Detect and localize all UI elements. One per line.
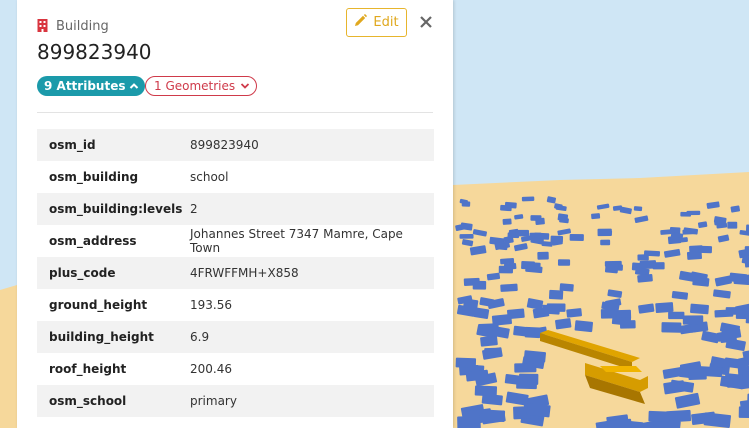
building-footprint bbox=[557, 259, 571, 266]
building-footprint bbox=[729, 272, 748, 283]
building-footprint bbox=[668, 311, 685, 320]
building-footprint bbox=[550, 235, 564, 243]
attribute-value: 2 bbox=[190, 193, 434, 225]
building-footprint bbox=[504, 201, 517, 209]
building-footprint bbox=[744, 258, 749, 268]
building-footprint bbox=[597, 228, 612, 237]
attribute-key: osm_building:levels bbox=[37, 193, 190, 225]
building-footprint bbox=[535, 217, 545, 225]
divider bbox=[37, 112, 433, 113]
table-row: roof_height 200.46 bbox=[37, 353, 434, 385]
building-footprint bbox=[639, 260, 657, 270]
building-footprint bbox=[637, 273, 653, 283]
building-footprint bbox=[500, 283, 518, 292]
building-footprint bbox=[478, 409, 506, 422]
building-footprint bbox=[474, 385, 498, 397]
attribute-key: ground_height bbox=[49, 298, 148, 312]
attributes-table: osm_id 899823940 osm_building school osm… bbox=[37, 129, 434, 417]
building-footprint bbox=[566, 308, 582, 318]
attribute-value: school bbox=[190, 170, 229, 184]
feature-info-panel: Building 899823940 Edit 9 Attributes 1 G… bbox=[17, 0, 453, 428]
attribute-key: roof_height bbox=[49, 362, 127, 376]
building-footprint bbox=[690, 303, 709, 315]
building-footprint bbox=[682, 229, 697, 235]
table-row: plus_code 4FRWFFMH+X858 bbox=[37, 257, 434, 289]
chevron-up-icon bbox=[130, 83, 139, 89]
table-row: osm_school primary bbox=[37, 385, 434, 417]
table-row: osm_building:levels 2 bbox=[37, 193, 434, 225]
chevron-down-icon bbox=[241, 83, 250, 89]
building-footprint bbox=[502, 218, 512, 225]
building-footprint bbox=[557, 213, 569, 222]
building-footprint bbox=[548, 289, 564, 300]
building-footprint bbox=[495, 242, 508, 251]
attribute-key: building_height bbox=[37, 321, 190, 353]
attribute-key: plus_code bbox=[37, 257, 190, 289]
edit-button[interactable]: Edit bbox=[346, 8, 407, 37]
feature-type-label: Building bbox=[56, 19, 109, 34]
attribute-value: 899823940 bbox=[190, 129, 434, 161]
attributes-toggle[interactable]: 9 Attributes bbox=[37, 76, 146, 96]
building-footprint bbox=[559, 283, 574, 292]
attribute-value: 6.9 bbox=[190, 321, 434, 353]
attribute-key: osm_address bbox=[49, 234, 137, 248]
table-row: osm_building school bbox=[37, 161, 434, 193]
building-footprint bbox=[480, 335, 498, 347]
building-footprint bbox=[742, 370, 749, 384]
feature-title: 899823940 bbox=[37, 40, 152, 64]
building-footprint bbox=[521, 196, 535, 202]
building-footprint bbox=[661, 322, 682, 333]
attribute-key: osm_id bbox=[37, 129, 190, 161]
table-row: ground_height 193.56 bbox=[37, 289, 434, 321]
attributes-toggle-label: 9 Attributes bbox=[44, 79, 126, 93]
attribute-value: 193.56 bbox=[190, 298, 232, 312]
building-footprint bbox=[600, 239, 611, 246]
building-footprint bbox=[648, 410, 670, 423]
table-row: osm_id 899823940 bbox=[37, 129, 434, 161]
building-icon bbox=[37, 17, 48, 36]
building-footprint bbox=[472, 280, 487, 290]
attribute-value: Johannes Street 7347 Mamre, Cape Town bbox=[190, 227, 403, 255]
attribute-key: osm_building bbox=[49, 170, 139, 184]
building-footprint bbox=[537, 251, 549, 260]
building-footprint bbox=[574, 320, 594, 333]
pencil-icon bbox=[354, 14, 368, 31]
building-footprint bbox=[506, 308, 525, 320]
building-footprint bbox=[643, 250, 661, 257]
building-footprint bbox=[461, 201, 471, 207]
feature-type: Building bbox=[37, 17, 109, 36]
building-footprint bbox=[569, 234, 584, 241]
building-footprint bbox=[688, 368, 707, 381]
table-row: osm_address Johannes Street 7347 Mamre, … bbox=[37, 225, 434, 257]
building-footprint bbox=[591, 213, 601, 220]
building-footprint bbox=[633, 206, 643, 212]
geometries-toggle[interactable]: 1 Geometries bbox=[145, 76, 258, 96]
building-footprint bbox=[541, 304, 560, 315]
table-row: building_height 6.9 bbox=[37, 321, 434, 353]
building-footprint bbox=[514, 362, 537, 373]
building-footprint bbox=[498, 265, 513, 274]
attribute-value: 4FRWFFMH+X858 bbox=[190, 257, 434, 289]
building-footprint bbox=[523, 350, 547, 363]
attribute-value: primary bbox=[190, 385, 434, 417]
geometries-toggle-label: 1 Geometries bbox=[154, 79, 236, 93]
building-footprint bbox=[727, 221, 738, 229]
building-footprint bbox=[655, 302, 674, 314]
close-button[interactable] bbox=[417, 12, 435, 32]
close-icon bbox=[420, 16, 432, 28]
building-footprint bbox=[680, 211, 692, 217]
building-footprint bbox=[521, 260, 535, 270]
building-footprint bbox=[500, 258, 515, 265]
building-footprint bbox=[459, 233, 474, 239]
edit-label: Edit bbox=[373, 15, 399, 30]
attribute-key: osm_school bbox=[37, 385, 190, 417]
attribute-value: 200.46 bbox=[190, 362, 232, 376]
building-footprint bbox=[455, 357, 477, 368]
building-footprint bbox=[682, 315, 704, 325]
building-footprint bbox=[515, 229, 529, 237]
building-footprint bbox=[604, 264, 619, 274]
building-footprint bbox=[698, 245, 713, 254]
